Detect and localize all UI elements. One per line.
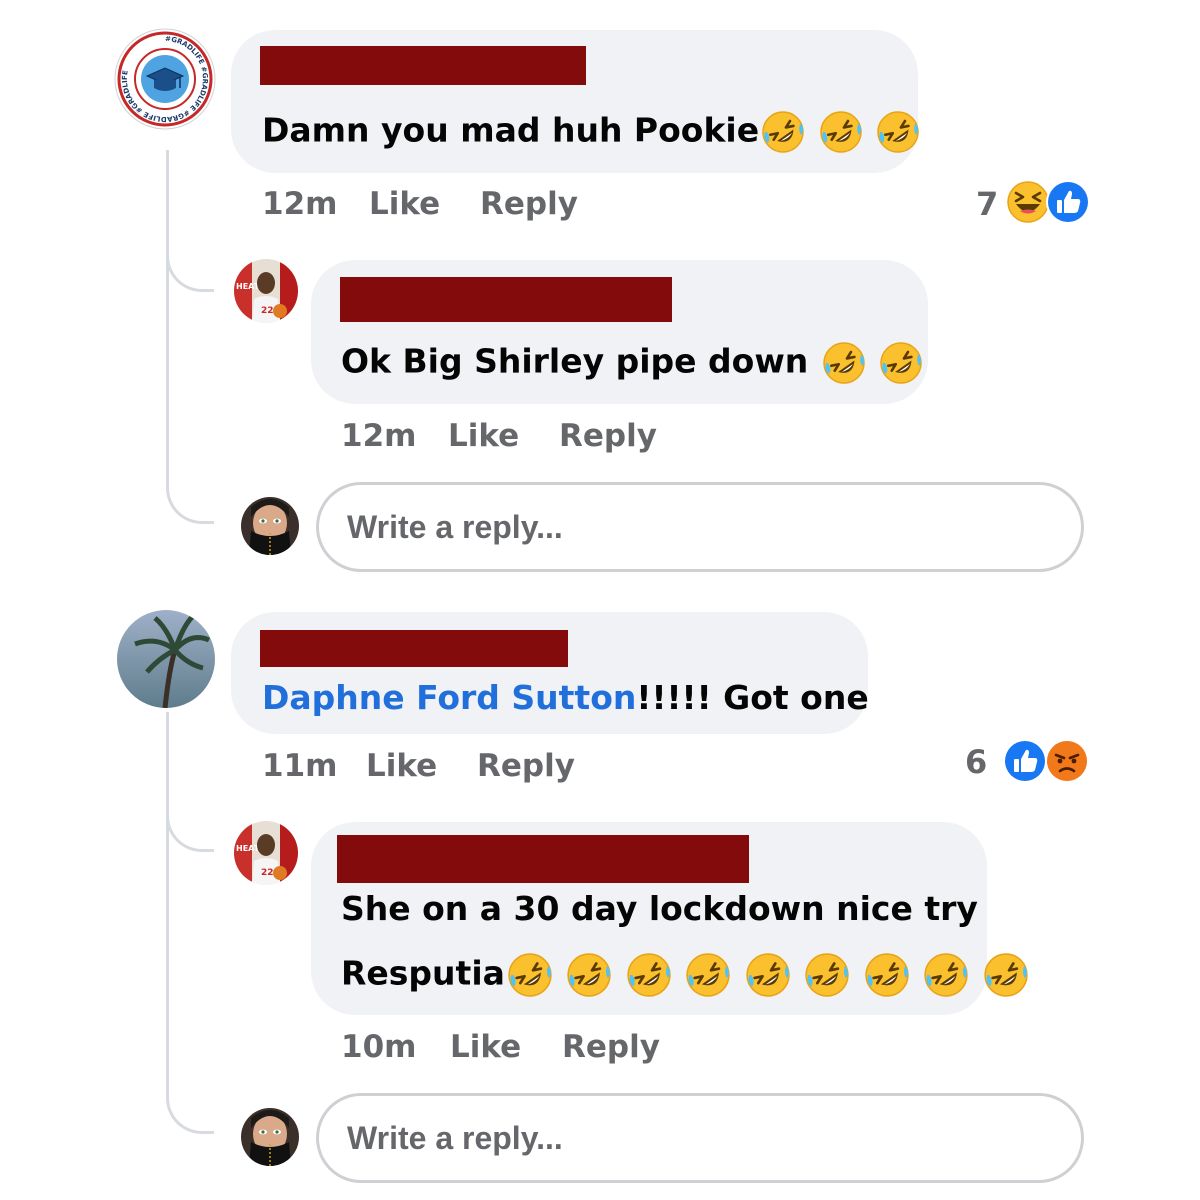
mention-link[interactable]: Daphne Ford Sutton: [262, 678, 636, 717]
reply-button[interactable]: Reply: [562, 1027, 660, 1067]
rolling-on-floor-laughing-emoji: [876, 110, 920, 154]
rolling-on-floor-laughing-emoji: [626, 952, 672, 998]
laugh-emoji: [1006, 180, 1050, 224]
current-user-avatar[interactable]: [241, 497, 299, 555]
rolling-on-floor-laughing-emoji: [924, 952, 969, 998]
svg-text:22: 22: [261, 306, 274, 316]
redacted-author-name: [260, 630, 568, 667]
rolling-on-floor-laughing-emoji: [567, 952, 612, 998]
like-button[interactable]: Like: [366, 746, 437, 786]
reply-button[interactable]: Reply: [480, 184, 578, 224]
comment-timestamp: 12m: [262, 186, 338, 222]
like-button[interactable]: Like: [448, 416, 519, 456]
svg-text:22: 22: [261, 868, 274, 878]
reply-button[interactable]: Reply: [477, 746, 575, 786]
emoji-group: [820, 341, 924, 385]
rolling-on-floor-laughing-emoji: [761, 110, 805, 154]
thread-connector: [166, 440, 214, 524]
thread-line: [166, 712, 169, 1052]
rolling-on-floor-laughing-emoji: [879, 341, 923, 385]
rolling-on-floor-laughing-emoji: [745, 952, 791, 998]
reply-text-line1: She on a 30 day lockdown nice try: [341, 889, 978, 928]
gradlife-badge-avatar[interactable]: #GRADLIFE #GRADLIFE #GRADLIFE #GRADLIFE: [114, 28, 216, 130]
reply-text-line2: Resputia: [341, 952, 1029, 998]
rolling-on-floor-laughing-emoji: [686, 952, 731, 998]
comment-text: Daphne Ford Sutton!!!!! Got one: [262, 678, 869, 717]
like-icon: [1005, 741, 1045, 781]
thread-connector: [166, 240, 214, 292]
rolling-on-floor-laughing-emoji: [819, 110, 862, 154]
thread-connector: [166, 1050, 214, 1134]
like-button[interactable]: Like: [450, 1027, 521, 1067]
basketball-player-avatar[interactable]: HEAT 22: [234, 259, 298, 323]
reaction-count[interactable]: 7: [976, 184, 998, 224]
reply-text: Ok Big Shirley pipe down: [341, 341, 923, 385]
comment-timestamp: 11m: [262, 748, 338, 784]
reply-button[interactable]: Reply: [559, 416, 657, 456]
emoji-group: [505, 952, 1029, 998]
current-user-avatar[interactable]: [241, 1108, 299, 1166]
redacted-author-name: [260, 46, 586, 85]
svg-text:HEAT: HEAT: [236, 282, 260, 291]
reply-input[interactable]: [316, 1093, 1084, 1183]
redacted-author-name: [340, 277, 672, 322]
comment-timestamp: 12m: [341, 418, 417, 454]
angry-emoji: [1045, 739, 1089, 783]
rolling-on-floor-laughing-emoji: [507, 952, 553, 998]
comment-text: Damn you mad huh Pookie: [262, 110, 920, 154]
rolling-on-floor-laughing-emoji: [805, 952, 850, 998]
redacted-author-name: [337, 835, 749, 883]
rolling-on-floor-laughing-emoji: [864, 952, 910, 998]
comment-timestamp: 10m: [341, 1029, 417, 1065]
emoji-group: [759, 110, 920, 154]
svg-text:HEAT: HEAT: [236, 844, 260, 853]
thread-connector: [166, 800, 214, 852]
palm-tree-avatar[interactable]: [117, 610, 215, 708]
reaction-count[interactable]: 6: [965, 742, 987, 782]
like-icon: [1046, 180, 1090, 224]
rolling-on-floor-laughing-emoji: [822, 341, 866, 385]
thread-line: [166, 150, 169, 440]
basketball-player-avatar[interactable]: HEAT 22: [234, 821, 298, 885]
reply-input[interactable]: [316, 482, 1084, 572]
rolling-on-floor-laughing-emoji: [983, 952, 1029, 998]
like-button[interactable]: Like: [369, 184, 440, 224]
